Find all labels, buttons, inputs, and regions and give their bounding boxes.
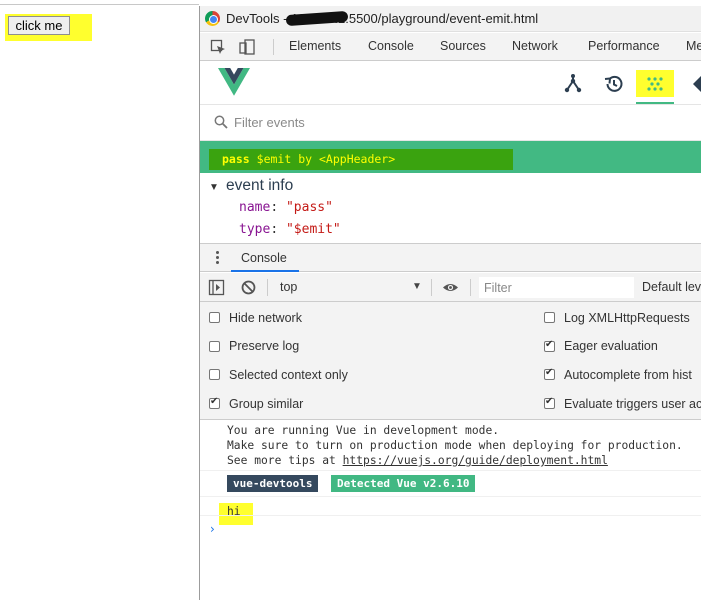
inspect-element-icon[interactable] [210, 39, 226, 55]
event-list-item[interactable]: pass $emit by <AppHeader> [200, 141, 701, 173]
vue-devtools-header [200, 61, 701, 105]
message-divider [200, 470, 701, 471]
prop-value: "$emit" [285, 222, 341, 237]
event-name: pass [222, 152, 250, 166]
toolbar-divider [273, 39, 274, 55]
log-xmlhttprequests-checkbox[interactable] [544, 312, 555, 323]
prop-key: type [239, 222, 271, 237]
event-info-title: event info [226, 177, 294, 194]
console-settings-pane: Hide network Preserve log Selected conte… [200, 302, 701, 420]
setting-label: Selected context only [229, 368, 348, 382]
tab-memory[interactable]: Me [686, 39, 701, 53]
group-similar-checkbox[interactable] [209, 396, 220, 409]
context-selector[interactable]: top [280, 280, 297, 294]
tab-elements[interactable]: Elements [289, 39, 341, 53]
event-summary: pass $emit by <AppHeader> [222, 152, 395, 166]
setting-label: Log XMLHttpRequests [564, 311, 690, 325]
hide-network-checkbox[interactable] [209, 312, 220, 323]
toolbar-divider [470, 279, 471, 296]
console-message-line: Make sure to turn on production mode whe… [227, 439, 683, 452]
live-expression-eye-icon[interactable] [442, 279, 459, 296]
console-toolbar: top ▼ Filter Default lev [200, 273, 701, 302]
page-viewport: click me [0, 0, 199, 600]
show-sidebar-icon[interactable] [208, 279, 225, 296]
prop-key: name [239, 200, 271, 215]
console-message-line: You are running Vue in development mode. [227, 424, 500, 437]
event-prop-row: type: "$emit" [239, 222, 341, 237]
device-toolbar-icon[interactable] [239, 39, 255, 55]
vue-devtools-badge: vue-devtools [227, 475, 319, 492]
event-type: $emit [256, 152, 292, 166]
event-by-label: by [298, 152, 313, 166]
components-icon[interactable] [562, 73, 584, 95]
tab-console-drawer[interactable]: Console [231, 244, 299, 272]
detected-vue-badge: Detected Vue v2.6.10 [331, 475, 476, 492]
toolbar-divider [267, 279, 268, 296]
active-tab-underline [636, 102, 674, 104]
dropdown-arrow-icon[interactable]: ▼ [412, 281, 422, 292]
drawer-tabbar: Console [200, 243, 701, 272]
console-tab-label: Console [241, 251, 287, 265]
chrome-icon [205, 11, 220, 26]
prop-value: "pass" [285, 200, 333, 215]
tab-sources[interactable]: Sources [440, 39, 486, 53]
deployment-guide-link[interactable]: https://vuejs.org/guide/deployment.html [343, 454, 608, 467]
devtools-window: DevTools - 127.0.0.1:5500/playground/eve… [199, 6, 701, 600]
log-levels-dropdown[interactable]: Default lev [642, 280, 701, 294]
page-top-border [0, 4, 199, 5]
window-titlebar: DevTools - 127.0.0.1:5500/playground/eve… [200, 6, 701, 32]
console-prompt-icon[interactable]: › [210, 522, 215, 536]
console-filter-placeholder: Filter [484, 281, 512, 295]
devtools-tabbar: Elements Console Sources Network Perform… [200, 33, 701, 61]
autocomplete-from-history-checkbox[interactable] [544, 367, 555, 380]
history-icon[interactable] [603, 73, 625, 95]
setting-label: Autocomplete from hist [564, 368, 692, 382]
message-divider [200, 515, 701, 516]
console-log-output: hi [227, 505, 241, 518]
setting-label: Evaluate triggers user ac [564, 397, 701, 411]
console-filter-input[interactable]: Filter [479, 277, 634, 298]
vuex-icon[interactable] [691, 73, 701, 95]
tab-performance[interactable]: Performance [588, 39, 660, 53]
collapse-caret-icon[interactable]: ▼ [209, 182, 219, 193]
evaluate-triggers-user-activation-checkbox[interactable] [544, 396, 555, 409]
setting-label: Preserve log [229, 339, 300, 353]
console-message-line: See more tips at https://vuejs.org/guide… [227, 454, 608, 467]
tab-network[interactable]: Network [512, 39, 558, 53]
event-prop-row: name: "pass" [239, 200, 333, 215]
tips-prefix: See more tips at [227, 454, 343, 467]
setting-label: Hide network [229, 311, 302, 325]
vue-logo-icon [218, 68, 250, 96]
search-icon [214, 115, 228, 129]
window-title: DevTools - 127.0.0.1:5500/playground/eve… [226, 11, 539, 26]
clear-console-icon[interactable] [240, 279, 257, 296]
selected-context-only-checkbox[interactable] [209, 369, 220, 380]
setting-label: Group similar [229, 397, 304, 411]
eager-evaluation-checkbox[interactable] [544, 339, 555, 352]
events-filter-input[interactable]: Filter events [234, 115, 305, 130]
event-source: <AppHeader> [319, 152, 396, 166]
message-divider [200, 496, 701, 497]
preserve-log-checkbox[interactable] [209, 341, 220, 352]
tab-console[interactable]: Console [368, 39, 414, 53]
setting-label: Eager evaluation [564, 339, 658, 353]
events-filter-row: Filter events [200, 105, 701, 141]
click-me-button[interactable]: click me [8, 16, 70, 35]
events-icon[interactable] [644, 73, 666, 95]
more-options-icon[interactable] [216, 251, 220, 265]
toolbar-divider [431, 279, 432, 296]
